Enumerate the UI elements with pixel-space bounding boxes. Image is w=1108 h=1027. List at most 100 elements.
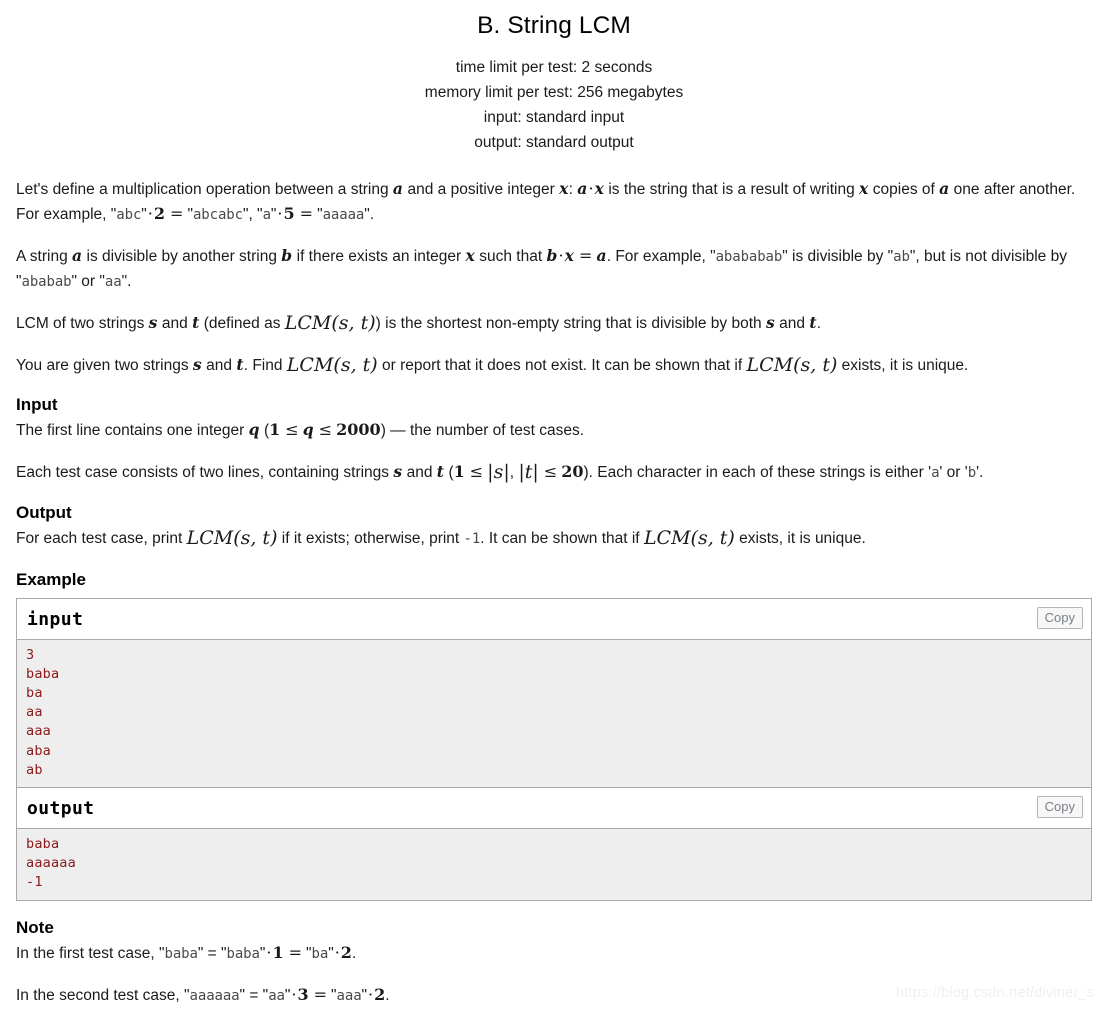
text-fragment: " = " (239, 987, 269, 1005)
text-fragment: ). Each character in each of these strin… (583, 463, 932, 481)
math-var-q: q (248, 420, 260, 439)
math-lcm-expression: LCM(s, t) (643, 527, 735, 549)
math-dot-operator: · (147, 203, 153, 223)
code-literal-b: b (967, 464, 977, 481)
text-fragment: ) — the number of test cases. (380, 422, 584, 439)
text-fragment: such that (474, 248, 547, 265)
code-literal-ab: ab (893, 249, 910, 265)
math-equals: = (313, 985, 328, 1005)
math-var-s: s (393, 461, 403, 481)
sample-output-label: output (27, 797, 95, 819)
legend-paragraph-2: A string a is divisible by another strin… (16, 244, 1092, 294)
text-fragment: LCM of two strings (16, 315, 149, 332)
code-literal-a: a (262, 206, 271, 223)
input-spec-line: input: standard input (483, 109, 625, 126)
copy-output-button[interactable]: Copy (1036, 795, 1083, 818)
math-var-x: x (559, 179, 569, 198)
math-equals: = (579, 246, 593, 265)
code-literal-aa: aa (104, 273, 122, 290)
math-equals: = (299, 203, 314, 223)
math-var-x: x (594, 179, 605, 198)
legend-paragraph-4: You are given two strings s and t. Find … (16, 353, 1092, 378)
input-specification: Input The first line contains one intege… (0, 394, 1108, 485)
note-section-heading: Note (16, 917, 54, 937)
sample-input-label: input (27, 608, 84, 630)
math-abs-s: |s| (487, 460, 510, 483)
text-fragment: The first line contains one integer (16, 422, 249, 439)
input-paragraph-1: The first line contains one integer q (1… (16, 418, 1092, 443)
text-fragment: . (385, 987, 390, 1005)
memory-limit-line: memory limit per test: 256 megabytes (424, 84, 684, 101)
text-fragment: " or " (71, 272, 105, 290)
code-literal-abababab: abababab (715, 249, 783, 265)
math-le: ≤ (318, 420, 333, 439)
text-fragment: exists, it is unique. (837, 356, 969, 374)
page-title: B. String LCM (477, 12, 631, 39)
math-var-q: q (302, 420, 314, 439)
text-fragment: Let's define a multiplication operation … (16, 181, 393, 198)
problem-statement-page: B. String LCM time limit per test: 2 sec… (0, 0, 1108, 1009)
math-var-a: a (577, 179, 588, 198)
quote-mark: ", " (242, 205, 263, 223)
math-var-b: b (546, 246, 558, 265)
math-equals: = (170, 203, 184, 223)
text-fragment: : (568, 181, 578, 198)
math-var-b: b (281, 246, 293, 265)
time-limit-line: time limit per test: 2 seconds (455, 59, 653, 76)
text-fragment: and a positive integer (403, 181, 560, 198)
math-number-2: 2 (340, 942, 352, 962)
code-literal-aaa: aaa (336, 988, 362, 1005)
text-fragment: exists, it is unique. (734, 530, 866, 547)
math-var-a: a (596, 246, 607, 265)
math-lcm-expression: LCM(s, t) (284, 312, 376, 334)
text-fragment: and (201, 356, 237, 374)
text-fragment: " is divisible by " (782, 248, 894, 265)
quote-mark: ". (364, 205, 375, 223)
text-fragment: . (351, 944, 357, 962)
math-le: ≤ (469, 461, 484, 481)
problem-header: B. String LCM time limit per test: 2 sec… (0, 0, 1108, 155)
text-fragment: and (402, 463, 437, 481)
note-paragraph-1: In the first test case, "baba" = "baba"·… (16, 941, 1092, 967)
math-dot-operator: · (588, 179, 594, 198)
text-fragment: For each test case, print (16, 530, 187, 547)
sample-input-content: 3 baba ba aa aaa aba ab (17, 639, 1091, 787)
text-fragment: " = " (197, 944, 227, 962)
math-var-s: s (765, 313, 775, 332)
math-number-2000: 2000 (336, 420, 381, 439)
math-number-1: 1 (269, 420, 281, 439)
math-var-s: s (192, 354, 202, 374)
text-fragment: . For example, " (606, 248, 716, 265)
math-le: ≤ (285, 420, 299, 439)
math-var-s: s (148, 313, 158, 332)
copy-input-button[interactable]: Copy (1036, 606, 1083, 629)
code-literal-baba: baba (226, 945, 260, 962)
text-fragment: In the first test case, " (16, 944, 165, 962)
text-fragment: Each test case consists of two lines, co… (16, 463, 394, 481)
text-fragment: (defined as (199, 315, 285, 332)
text-fragment: ". (121, 272, 132, 290)
text-fragment: . It can be shown that if (480, 530, 644, 547)
math-abs-t: |t| (518, 460, 539, 483)
math-var-a: a (392, 179, 404, 198)
example-section-heading: Example (16, 569, 86, 589)
code-literal-ababab: ababab (21, 273, 72, 290)
math-dot-operator: · (277, 203, 283, 223)
text-fragment: '. (976, 463, 984, 481)
math-var-x: x (465, 246, 475, 265)
text-fragment: and (157, 315, 193, 332)
input-paragraph-2: Each test case consists of two lines, co… (16, 460, 1092, 486)
text-fragment: or report that it does not exist. It can… (377, 356, 747, 374)
math-number-1: 1 (272, 942, 284, 962)
math-lcm-expression: LCM(s, t) (746, 353, 838, 376)
legend-paragraph-3: LCM of two strings s and t (defined as L… (16, 311, 1092, 336)
math-number-2: 2 (153, 203, 166, 223)
input-section-heading: Input (16, 395, 58, 414)
code-literal-baba: baba (164, 945, 198, 962)
math-var-a: a (939, 179, 950, 198)
math-var-a: a (72, 246, 83, 265)
sample-output-box: output Copy baba aaaaaa -1 (16, 786, 1092, 901)
math-dot-operator: · (334, 942, 340, 962)
math-number-2: 2 (374, 985, 386, 1005)
math-lcm-expression: LCM(s, t) (286, 353, 378, 376)
